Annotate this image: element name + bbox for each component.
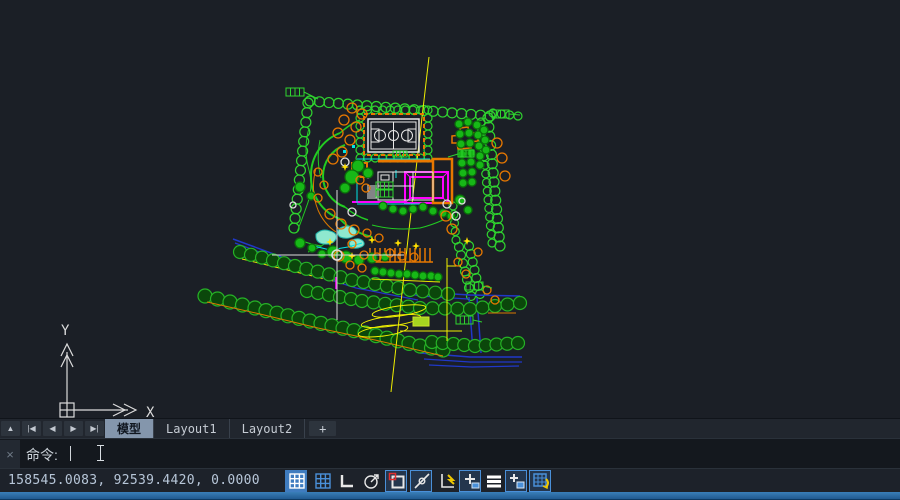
ucs-icon: YX: [60, 323, 155, 418]
transparency-toggle[interactable]: [482, 470, 504, 492]
grid-display-toggle[interactable]: [311, 470, 333, 492]
polar-icon: [365, 475, 378, 488]
cad-application-window: YX ▲ |◀ ◀ ▶ ▶| 模型 Layout1 Layout2 + × 命令…: [0, 0, 900, 500]
annotation-scale-icon: [534, 474, 548, 488]
annotation-scale-toggle[interactable]: [529, 470, 551, 492]
polar-tracking-toggle[interactable]: [360, 470, 382, 492]
dynamic-input-toggle[interactable]: [435, 470, 457, 492]
snap-tracking-icon: [415, 474, 429, 488]
command-line-bar[interactable]: × 命令:: [0, 438, 900, 469]
tab-nav-first-button[interactable]: |◀: [22, 421, 41, 436]
drawing-canvas[interactable]: YX: [0, 0, 900, 418]
ortho-mode-toggle[interactable]: [335, 470, 357, 492]
bottom-accent-strip: [0, 492, 900, 500]
command-prompt: 命令:: [26, 445, 58, 465]
command-caret: [70, 446, 71, 461]
coordinates-display[interactable]: 158545.0083, 92539.4420, 0.0000: [8, 473, 260, 488]
layout-tab-bar: ▲ |◀ ◀ ▶ ▶| 模型 Layout1 Layout2 +: [0, 418, 900, 438]
command-close-button[interactable]: ×: [0, 440, 20, 468]
svg-text:Y: Y: [61, 323, 70, 339]
tab-nav-prev-button[interactable]: ◀: [43, 421, 62, 436]
object-snap-tracking-toggle[interactable]: [410, 470, 432, 492]
object-snap-icon: [390, 474, 404, 488]
site-plan-drawing: [198, 57, 527, 392]
dynamic-input-icon: [442, 474, 454, 487]
tab-model[interactable]: 模型: [105, 419, 154, 438]
ortho-icon: [342, 475, 353, 486]
ibeam-cursor: [96, 445, 105, 461]
grid-icon: [316, 474, 330, 488]
lineweight-icon: [465, 474, 479, 488]
tab-layout1[interactable]: Layout1: [154, 419, 230, 438]
tab-nav-last-button[interactable]: ▶|: [85, 421, 104, 436]
snap-grid-icon: [290, 474, 304, 488]
selection-cycling-toggle[interactable]: [505, 470, 527, 492]
tab-nav-menu-button[interactable]: ▲: [1, 421, 20, 436]
status-bar: 158545.0083, 92539.4420, 0.0000: [0, 468, 900, 493]
snap-mode-toggle[interactable]: [285, 470, 307, 492]
show-lineweight-toggle[interactable]: [459, 470, 481, 492]
bars-icon: [487, 476, 501, 488]
tab-layout2[interactable]: Layout2: [230, 419, 306, 438]
tab-nav-next-button[interactable]: ▶: [64, 421, 83, 436]
new-layout-button[interactable]: +: [309, 421, 336, 436]
svg-text:X: X: [146, 405, 155, 418]
object-snap-toggle[interactable]: [385, 470, 407, 492]
selection-cycling-icon: [510, 474, 524, 488]
